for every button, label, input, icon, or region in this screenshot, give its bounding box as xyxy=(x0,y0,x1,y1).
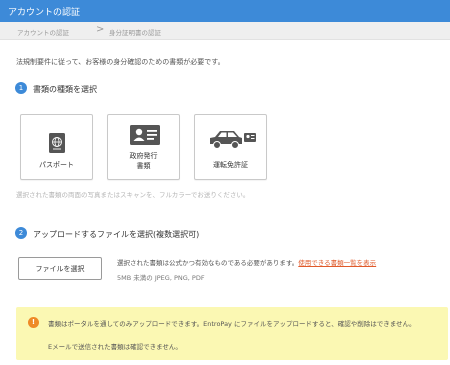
file-constraints: 5MB 未満の JPEG, PNG, PDF xyxy=(117,274,205,282)
document-photo-note: 選択された書類の両面の写真またはスキャンを、フルカラーでお送りください。 xyxy=(16,191,250,199)
passport-icon xyxy=(49,133,65,153)
document-label-government-id: 政府発行 書類 xyxy=(129,152,158,170)
page-header: アカウントの認証 xyxy=(0,0,450,22)
step-2-badge: 2 xyxy=(15,227,27,239)
document-option-drivers-license[interactable]: 運転免許証 xyxy=(194,114,267,180)
breadcrumb-item-account-verification[interactable]: アカウントの認証 xyxy=(17,27,69,37)
breadcrumb-item-id-verification: 身分証明書の認証 xyxy=(109,29,161,37)
page-title: アカウントの認証 xyxy=(8,8,81,18)
document-label-passport: パスポート xyxy=(39,161,74,169)
info-icon: ! xyxy=(28,317,39,328)
upload-warning-box: ! 書類はポータルを通してのみアップロードできます。EntroPay にファイル… xyxy=(16,307,448,360)
document-label-drivers-license: 運転免許証 xyxy=(213,161,248,169)
breadcrumb: アカウントの認証 > 身分証明書の認証 xyxy=(0,22,450,40)
accepted-documents-link[interactable]: 使用できる書類一覧を表示 xyxy=(298,259,376,267)
document-option-passport[interactable]: パスポート xyxy=(20,114,93,180)
warning-text-portal-only: 書類はポータルを通してのみアップロードできます。EntroPay にファイルをア… xyxy=(48,320,416,328)
car-license-icon xyxy=(210,131,256,149)
breadcrumb-separator: > xyxy=(96,24,105,35)
choose-file-button[interactable]: ファイルを選択 xyxy=(18,257,102,280)
step-1-badge: 1 xyxy=(15,82,27,94)
step-2-title: アップロードするファイルを選択(複数選択可) xyxy=(33,230,200,239)
document-option-government-id[interactable]: 政府発行 書類 xyxy=(107,114,180,180)
file-requirements-text: 選択された書類は公式かつ有効なものである必要があります。使用できる書類一覧を表示 xyxy=(117,257,376,267)
intro-text: 法規制要件に従って、お客様の身分確認のための書類が必要です。 xyxy=(16,58,225,66)
warning-text-email: Eメールで送信された書類は確認できません。 xyxy=(48,343,182,351)
file-description: 選択された書類は公式かつ有効なものである必要があります。 xyxy=(117,259,299,267)
id-card-icon xyxy=(130,125,160,145)
step-1-title: 書類の種類を選択 xyxy=(33,85,97,94)
